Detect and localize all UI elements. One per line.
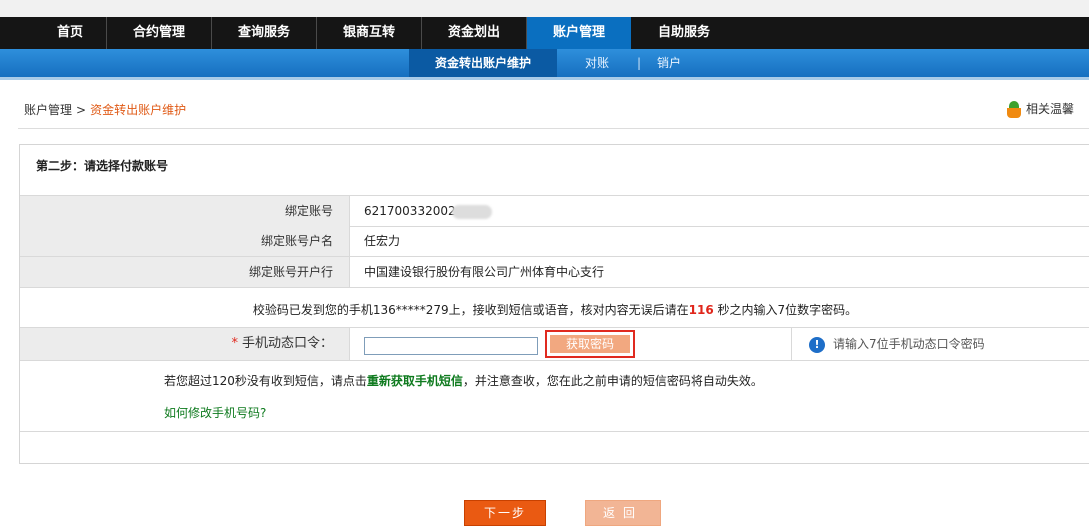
countdown-seconds: 116 xyxy=(688,303,714,317)
row-divider xyxy=(20,431,1089,432)
field-value-account: 621700332002 xyxy=(364,196,492,226)
get-password-button[interactable]: 获取密码 xyxy=(545,330,635,358)
resend-sms-link[interactable]: 重新获取手机短信 xyxy=(367,374,463,388)
nav-item-withdraw[interactable]: 资金划出 xyxy=(422,17,527,49)
nav-item-transfer[interactable]: 银商互转 xyxy=(317,17,422,49)
field-row-bank: 绑定账号开户行 中国建设银行股份有限公司广州体育中心支行 xyxy=(20,257,1089,288)
field-value: 任宏力 xyxy=(364,234,401,248)
tips-link[interactable]: 相关温馨 xyxy=(1006,99,1074,119)
breadcrumb: 账户管理 > 资金转出账户维护 xyxy=(24,101,186,118)
breadcrumb-root[interactable]: 账户管理 xyxy=(24,103,72,117)
field-label: 绑定账号开户行 xyxy=(20,257,350,287)
nav-item-self-service[interactable]: 自助服务 xyxy=(632,17,736,49)
breadcrumb-current: 资金转出账户维护 xyxy=(90,103,187,117)
plant-icon xyxy=(1006,100,1022,119)
subnav-item-reconcile[interactable]: 对账 xyxy=(585,49,609,77)
field-label: 绑定账号 xyxy=(20,196,350,226)
field-row-account-name: 绑定账号户名 任宏力 xyxy=(20,226,1089,257)
field-row-account: 绑定账号 621700332002 xyxy=(20,195,1089,227)
nav-item-query[interactable]: 查询服务 xyxy=(212,17,317,49)
subnav-separator: | xyxy=(637,56,642,70)
subnav-item-close-account[interactable]: 销户 xyxy=(657,49,681,77)
nav-item-account[interactable]: 账户管理 xyxy=(527,17,631,49)
column-divider xyxy=(791,328,792,360)
breadcrumb-arrow: > xyxy=(76,103,87,117)
step-title: 第二步：请选择付款账号 xyxy=(36,159,169,173)
field-label: 绑定账号户名 xyxy=(20,226,350,256)
tips-label: 相关温馨 xyxy=(1026,102,1075,116)
otp-input[interactable] xyxy=(364,337,538,355)
subnav-item-transfer-account[interactable]: 资金转出账户维护 xyxy=(409,49,557,77)
top-strip xyxy=(0,0,1089,18)
header-divider xyxy=(18,128,1089,129)
main-nav: 首页 合约管理 查询服务 银商互转 资金划出 账户管理 自助服务 xyxy=(0,17,1089,49)
nav-item-contract[interactable]: 合约管理 xyxy=(107,17,212,49)
otp-hint: ! 请输入7位手机动态口令密码 xyxy=(809,334,985,354)
back-button[interactable]: 返回 xyxy=(585,500,661,526)
form-panel: 第二步：请选择付款账号 绑定账号 621700332002 绑定账号户名 任宏力… xyxy=(19,144,1089,464)
otp-label: * 手机动态口令： xyxy=(20,328,350,360)
sub-nav: 资金转出账户维护 对账 | 销户 xyxy=(0,49,1089,80)
resend-message: 若您超过120秒没有收到短信，请点击重新获取手机短信，并注意查收，您在此之前申请… xyxy=(164,374,763,388)
nav-item-home[interactable]: 首页 xyxy=(34,17,107,49)
masked-digits xyxy=(451,204,492,219)
otp-row: * 手机动态口令： 获取密码 ! 请输入7位手机动态口令密码 xyxy=(20,328,1089,361)
sms-notice: 校验码已发到您的手机136*****279上，接收到短信或语音，核对内容无误后请… xyxy=(20,293,1089,328)
field-value: 中国建设银行股份有限公司广州体育中心支行 xyxy=(364,265,605,279)
next-button[interactable]: 下一步 xyxy=(464,500,546,526)
change-phone-link[interactable]: 如何修改手机号码? xyxy=(164,404,266,421)
info-icon: ! xyxy=(809,336,825,353)
